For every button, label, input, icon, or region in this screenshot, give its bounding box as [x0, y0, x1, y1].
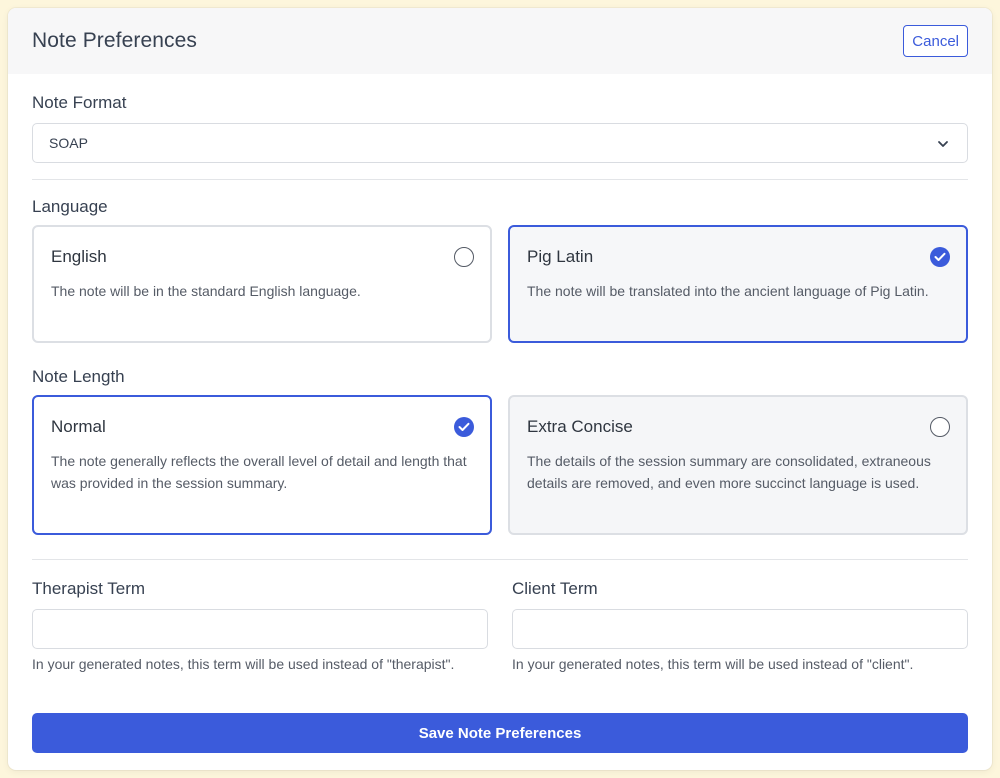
radio-checked-icon[interactable]: [454, 417, 474, 437]
modal-title: Note Preferences: [32, 29, 198, 52]
save-note-preferences-button[interactable]: Save Note Preferences: [32, 713, 968, 753]
language-option-english[interactable]: English The note will be in the standard…: [32, 225, 492, 343]
therapist-term-help: In your generated notes, this term will …: [32, 656, 455, 672]
length-option-extra-concise[interactable]: Extra Concise The details of the session…: [508, 395, 968, 535]
note-format-label: Note Format: [32, 93, 127, 112]
radio-unchecked-icon[interactable]: [930, 417, 950, 437]
note-format-value: SOAP: [49, 135, 88, 151]
client-term-input[interactable]: [512, 609, 968, 649]
check-icon: [934, 252, 946, 261]
option-title: Extra Concise: [527, 417, 633, 436]
note-preferences-modal: Note Preferences Cancel Note Format SOAP…: [8, 8, 992, 770]
client-term-label: Client Term: [512, 579, 598, 598]
divider: [32, 179, 968, 180]
option-description: The note generally reflects the overall …: [51, 453, 467, 491]
cancel-button[interactable]: Cancel: [903, 25, 968, 57]
therapist-term-label: Therapist Term: [32, 579, 146, 598]
check-icon: [458, 422, 470, 431]
chevron-down-icon: [938, 141, 948, 147]
client-term-help: In your generated notes, this term will …: [512, 656, 914, 672]
option-title: Normal: [51, 417, 106, 436]
radio-checked-icon[interactable]: [930, 247, 950, 267]
therapist-term-input[interactable]: [32, 609, 488, 649]
radio-unchecked-icon[interactable]: [454, 247, 474, 267]
language-label: Language: [32, 197, 108, 216]
option-description: The details of the session summary are c…: [527, 453, 931, 491]
note-format-select[interactable]: SOAP: [32, 123, 968, 163]
option-title: English: [51, 247, 107, 266]
length-option-normal[interactable]: Normal The note generally reflects the o…: [32, 395, 492, 535]
modal-header: Note Preferences Cancel: [8, 8, 992, 74]
divider: [32, 559, 968, 560]
language-option-pig-latin[interactable]: Pig Latin The note will be translated in…: [508, 225, 968, 343]
option-title: Pig Latin: [527, 247, 594, 266]
option-description: The note will be in the standard English…: [51, 283, 361, 299]
note-length-label: Note Length: [32, 367, 125, 386]
option-description: The note will be translated into the anc…: [527, 283, 929, 299]
